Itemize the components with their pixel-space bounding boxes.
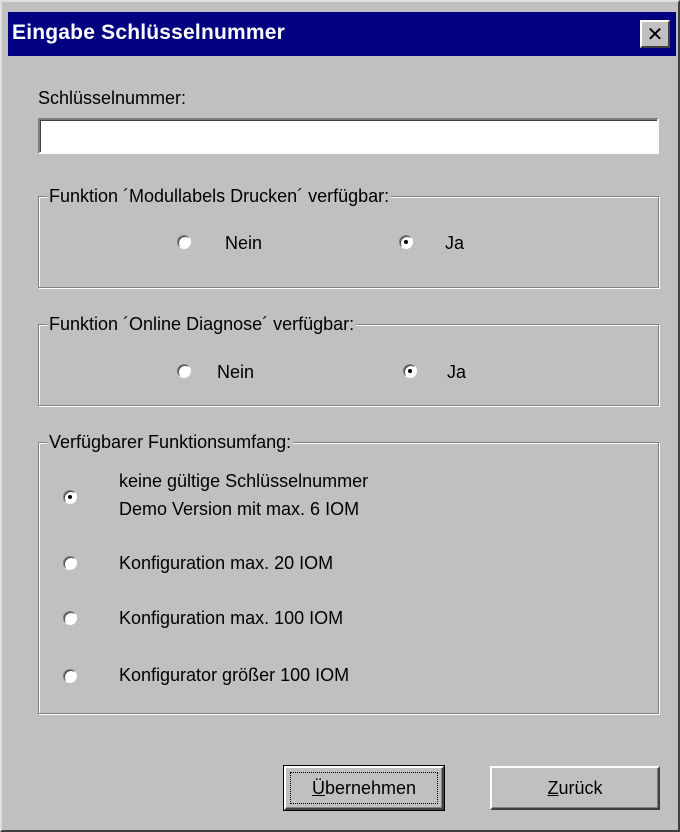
group-modullabels: Funktion ´Modullabels Drucken´ verfügbar… (38, 186, 659, 288)
apply-button-focus-rect (290, 772, 438, 804)
radio-umfang-demo-label-line2: Demo Version mit max. 6 IOM (119, 499, 360, 519)
close-button[interactable]: ✕ (640, 20, 670, 48)
radio-modullabels-ja[interactable] (399, 235, 413, 249)
back-button[interactable]: Zurück (490, 766, 660, 810)
key-number-input[interactable] (38, 118, 659, 154)
radio-online-nein[interactable] (177, 364, 191, 378)
radio-online-nein-label: Nein (217, 362, 255, 382)
radio-umfang-demo-label-line1: keine gültige Schlüsselnummer (119, 471, 369, 491)
radio-umfang-20-label: Konfiguration max. 20 IOM (119, 553, 334, 573)
apply-button[interactable]: Übernehmen (283, 765, 445, 811)
window-title: Eingabe Schlüsselnummer (12, 21, 286, 44)
back-button-label-rest: urück (558, 777, 603, 798)
radio-umfang-20[interactable] (63, 556, 77, 570)
title-bar[interactable]: Eingabe Schlüsselnummer ✕ (8, 12, 676, 56)
radio-online-ja[interactable] (403, 364, 417, 378)
radio-umfang-demo[interactable] (63, 490, 77, 504)
radio-modullabels-nein-label: Nein (225, 233, 263, 253)
group-modullabels-legend: Funktion ´Modullabels Drucken´ verfügbar… (47, 186, 392, 206)
back-button-mnemonic: Z (547, 777, 559, 798)
radio-online-ja-label: Ja (447, 362, 467, 382)
group-funktionsumfang-legend: Verfügbarer Funktionsumfang: (47, 432, 294, 452)
group-online-diagnose-legend: Funktion ´Online Diagnose´ verfügbar: (47, 314, 357, 334)
key-field-label: Schlüsselnummer: (38, 88, 187, 108)
radio-umfang-gt100-label: Konfigurator größer 100 IOM (119, 665, 350, 685)
radio-modullabels-ja-label: Ja (445, 233, 465, 253)
radio-umfang-gt100[interactable] (63, 669, 77, 683)
radio-umfang-100-label: Konfiguration max. 100 IOM (119, 608, 344, 628)
radio-umfang-100[interactable] (63, 611, 77, 625)
dialog-window: Eingabe Schlüsselnummer ✕ Schlüsselnumme… (0, 0, 680, 832)
radio-modullabels-nein[interactable] (177, 235, 191, 249)
close-icon: ✕ (646, 22, 664, 46)
group-funktionsumfang: Verfügbarer Funktionsumfang: keine gülti… (38, 432, 659, 714)
group-online-diagnose: Funktion ´Online Diagnose´ verfügbar: Ne… (38, 314, 659, 406)
back-button-label: Zurück (547, 778, 602, 799)
